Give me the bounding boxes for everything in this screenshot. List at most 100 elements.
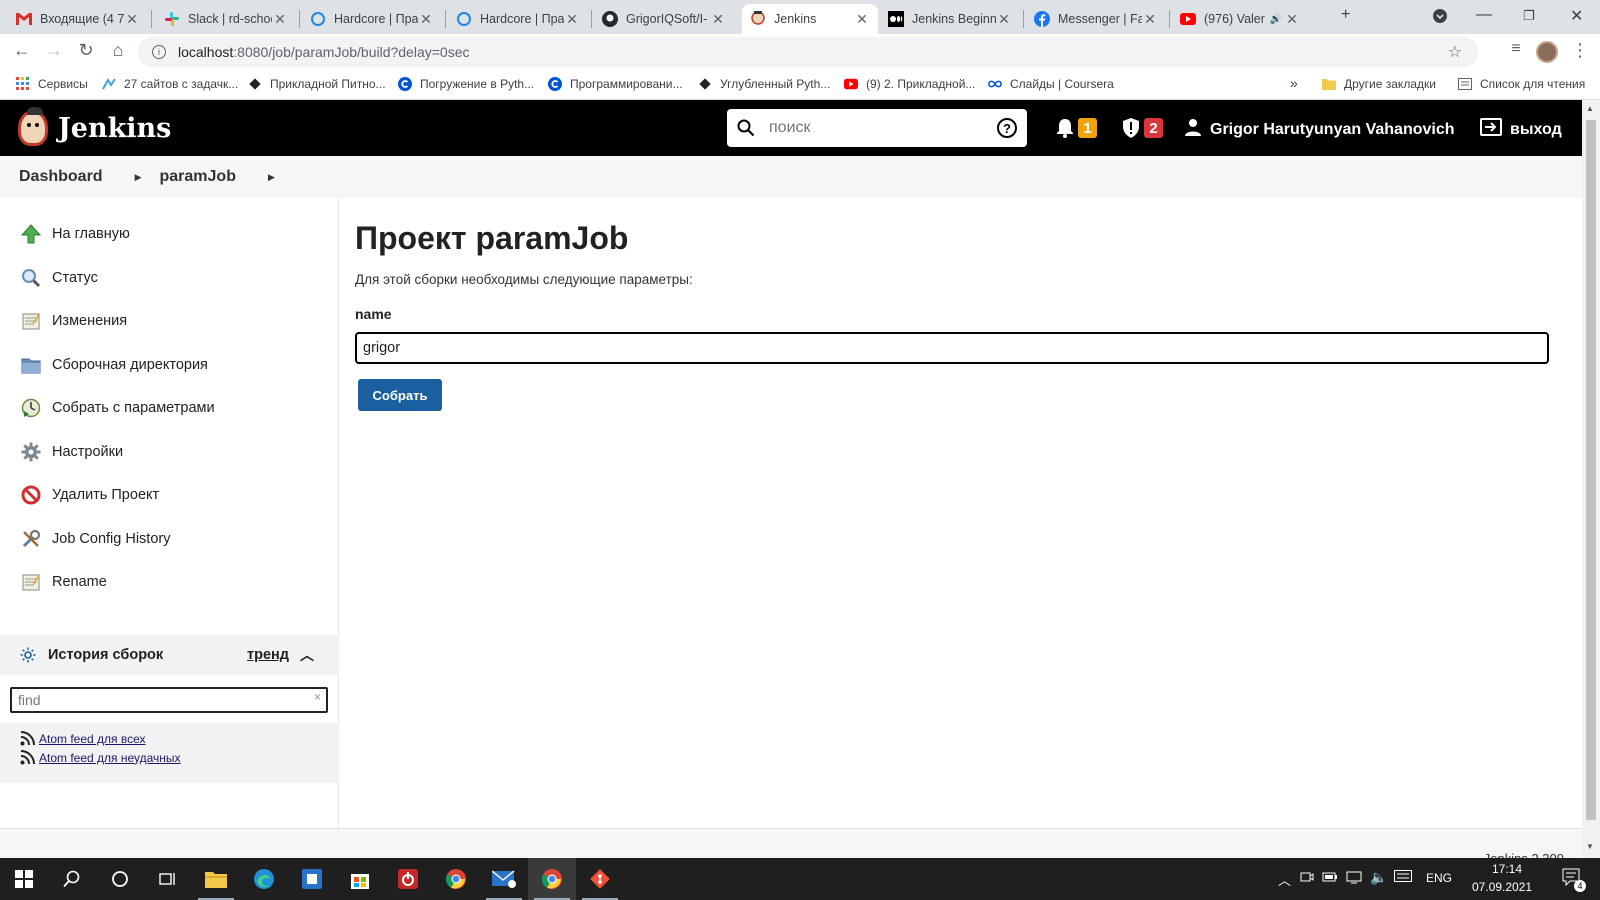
collapse-chevron-up-icon[interactable]: ︿ — [300, 645, 314, 665]
browser-tab[interactable]: Messenger | Fac ✕ — [1026, 4, 1166, 34]
user-link[interactable]: Grigor Harutyunyan Vahanovich — [1184, 118, 1455, 141]
reading-list-button[interactable]: Список для чтения — [1458, 77, 1585, 91]
breadcrumb-separator-icon[interactable]: ▶ — [268, 172, 275, 183]
sidebar-task[interactable]: Rename — [20, 571, 107, 593]
volume-icon[interactable]: 🔈 — [1370, 869, 1387, 886]
bookmark-star-icon[interactable]: ☆ — [1448, 42, 1462, 62]
other-bookmarks-folder[interactable]: Другие закладки — [1322, 77, 1436, 91]
minimize-button[interactable]: — — [1476, 6, 1492, 24]
forward-button[interactable]: → — [42, 40, 66, 61]
bookmark-item[interactable]: Погружение в Pyth... — [398, 77, 534, 91]
back-button[interactable]: ← — [10, 40, 34, 61]
site-info-icon[interactable]: i — [152, 45, 166, 59]
bookmark-item[interactable]: Прикладной Питно... — [248, 77, 386, 91]
parameter-name-input[interactable] — [355, 332, 1549, 364]
tab-close-icon[interactable]: ✕ — [564, 11, 580, 28]
network-icon[interactable] — [1346, 870, 1362, 887]
reading-mode-icon[interactable]: ≡ — [1504, 40, 1528, 58]
battery-icon[interactable] — [1322, 870, 1338, 887]
tab-search-icon[interactable] — [1432, 8, 1448, 29]
search-box[interactable]: ? — [727, 109, 1027, 147]
tab-close-icon[interactable]: ✕ — [124, 11, 140, 28]
notifications-count-badge[interactable]: 1 — [1078, 118, 1097, 138]
sidebar-task[interactable]: Удалить Проект — [20, 484, 159, 506]
breadcrumb-paramjob[interactable]: paramJob — [160, 168, 236, 186]
browser-tab[interactable]: Hardcore | Прак ✕ — [302, 4, 442, 34]
tab-close-icon[interactable]: ✕ — [272, 11, 288, 28]
edge-icon[interactable] — [240, 858, 288, 900]
search-help-icon[interactable]: ? — [997, 118, 1017, 138]
microsoft-store-icon[interactable] — [336, 858, 384, 900]
bookmark-item[interactable]: Программировани... — [548, 77, 683, 91]
profile-avatar[interactable] — [1536, 41, 1558, 63]
scroll-down-arrow-icon[interactable]: ▼ — [1586, 842, 1594, 851]
reload-button[interactable]: ↻ — [74, 40, 98, 61]
sidebar-task[interactable]: Статус — [20, 267, 98, 289]
tab-audio-icon[interactable]: 🔊 — [1268, 14, 1284, 25]
breadcrumb-dashboard[interactable]: Dashboard — [19, 168, 103, 186]
browser-tab[interactable]: (976) Valer 🔊 ✕ — [1172, 4, 1308, 34]
notifications-bell-icon[interactable] — [1056, 118, 1074, 143]
tab-close-icon[interactable]: ✕ — [1142, 11, 1158, 28]
new-tab-button[interactable]: + — [1341, 6, 1350, 24]
close-window-button[interactable]: ✕ — [1570, 6, 1583, 26]
clear-find-icon[interactable]: × — [314, 690, 321, 704]
sidebar-task[interactable]: На главную — [20, 223, 130, 245]
visual-studio-icon[interactable] — [288, 858, 336, 900]
security-shield-icon[interactable] — [1122, 118, 1140, 143]
tab-close-icon[interactable]: ✕ — [710, 11, 726, 28]
chrome-active-window-icon[interactable] — [528, 858, 576, 900]
windows-start-button[interactable] — [0, 858, 48, 900]
task-view-icon[interactable] — [144, 858, 192, 900]
tab-close-icon[interactable]: ✕ — [418, 11, 434, 28]
browser-tab[interactable]: Slack | rd-schoo ✕ — [156, 4, 296, 34]
home-button[interactable]: ⌂ — [106, 40, 130, 61]
bookmark-item[interactable]: 27 сайтов с задачк... — [102, 77, 238, 91]
feed-failed-link[interactable]: Atom feed для неудачных — [39, 751, 181, 765]
sidebar-task[interactable]: Настройки — [20, 441, 123, 463]
scroll-up-arrow-icon[interactable]: ▲ — [1586, 104, 1594, 113]
browser-tab[interactable]: Hardcore | Прак ✕ — [448, 4, 588, 34]
bookmarks-overflow-button[interactable]: » — [1290, 75, 1298, 91]
address-bar[interactable]: i localhost :8080/job/paramJob/build?del… — [138, 37, 1478, 67]
build-button[interactable]: Собрать — [358, 379, 442, 411]
tab-close-icon[interactable]: ✕ — [996, 11, 1012, 28]
power-app-icon[interactable] — [384, 858, 432, 900]
feed-all-link[interactable]: Atom feed для всех — [39, 732, 146, 746]
tray-overflow-chevron-icon[interactable]: ︿ — [1278, 870, 1291, 889]
browser-tab[interactable]: GrigorIQSoft/I- ✕ — [594, 4, 734, 34]
tab-close-icon[interactable]: ✕ — [854, 11, 870, 28]
cortana-icon[interactable] — [96, 858, 144, 900]
mail-icon[interactable] — [480, 858, 528, 900]
restore-button[interactable]: ❐ — [1523, 8, 1535, 24]
language-indicator[interactable]: ENG — [1426, 871, 1452, 885]
tray-meet-icon[interactable] — [1300, 870, 1314, 887]
bookmark-item[interactable]: Слайды | Coursera — [988, 77, 1114, 91]
bookmark-item[interactable]: Сервисы — [16, 77, 88, 91]
keyboard-icon[interactable] — [1394, 870, 1412, 885]
search-input[interactable] — [769, 119, 997, 137]
logout-link[interactable]: выход — [1480, 118, 1562, 141]
browser-tab[interactable]: Jenkins ✕ — [742, 4, 878, 34]
chrome-icon[interactable] — [432, 858, 480, 900]
clock-time[interactable]: 17:14 — [1472, 862, 1542, 876]
sidebar-task[interactable]: Сборочная директория — [20, 354, 208, 376]
browser-menu-icon[interactable]: ⋮ — [1568, 40, 1592, 61]
scrollbar-thumb[interactable] — [1586, 120, 1596, 820]
browser-tab[interactable]: Jenkins Beginne ✕ — [880, 4, 1020, 34]
clock-date[interactable]: 07.09.2021 — [1460, 880, 1544, 894]
breadcrumb-separator-icon[interactable]: ▶ — [135, 172, 142, 183]
bookmark-item[interactable]: Углубленный Pyth... — [698, 77, 830, 91]
file-explorer-icon[interactable] — [192, 858, 240, 900]
security-count-badge[interactable]: 2 — [1144, 118, 1163, 138]
taskbar-search-icon[interactable] — [48, 858, 96, 900]
sidebar-task[interactable]: Собрать с параметрами — [20, 397, 215, 419]
tab-close-icon[interactable]: ✕ — [1284, 11, 1300, 28]
bookmark-item[interactable]: (9) 2. Прикладной... — [844, 77, 975, 91]
sidebar-task[interactable]: Job Config History — [20, 528, 170, 550]
page-scrollbar[interactable]: ▲ ▼ — [1582, 100, 1600, 858]
jenkins-logo-link[interactable]: Jenkins — [18, 107, 171, 146]
git-icon[interactable] — [576, 858, 624, 900]
sidebar-task[interactable]: Изменения — [20, 310, 127, 332]
browser-tab[interactable]: Входящие (4 74 ✕ — [8, 4, 148, 34]
